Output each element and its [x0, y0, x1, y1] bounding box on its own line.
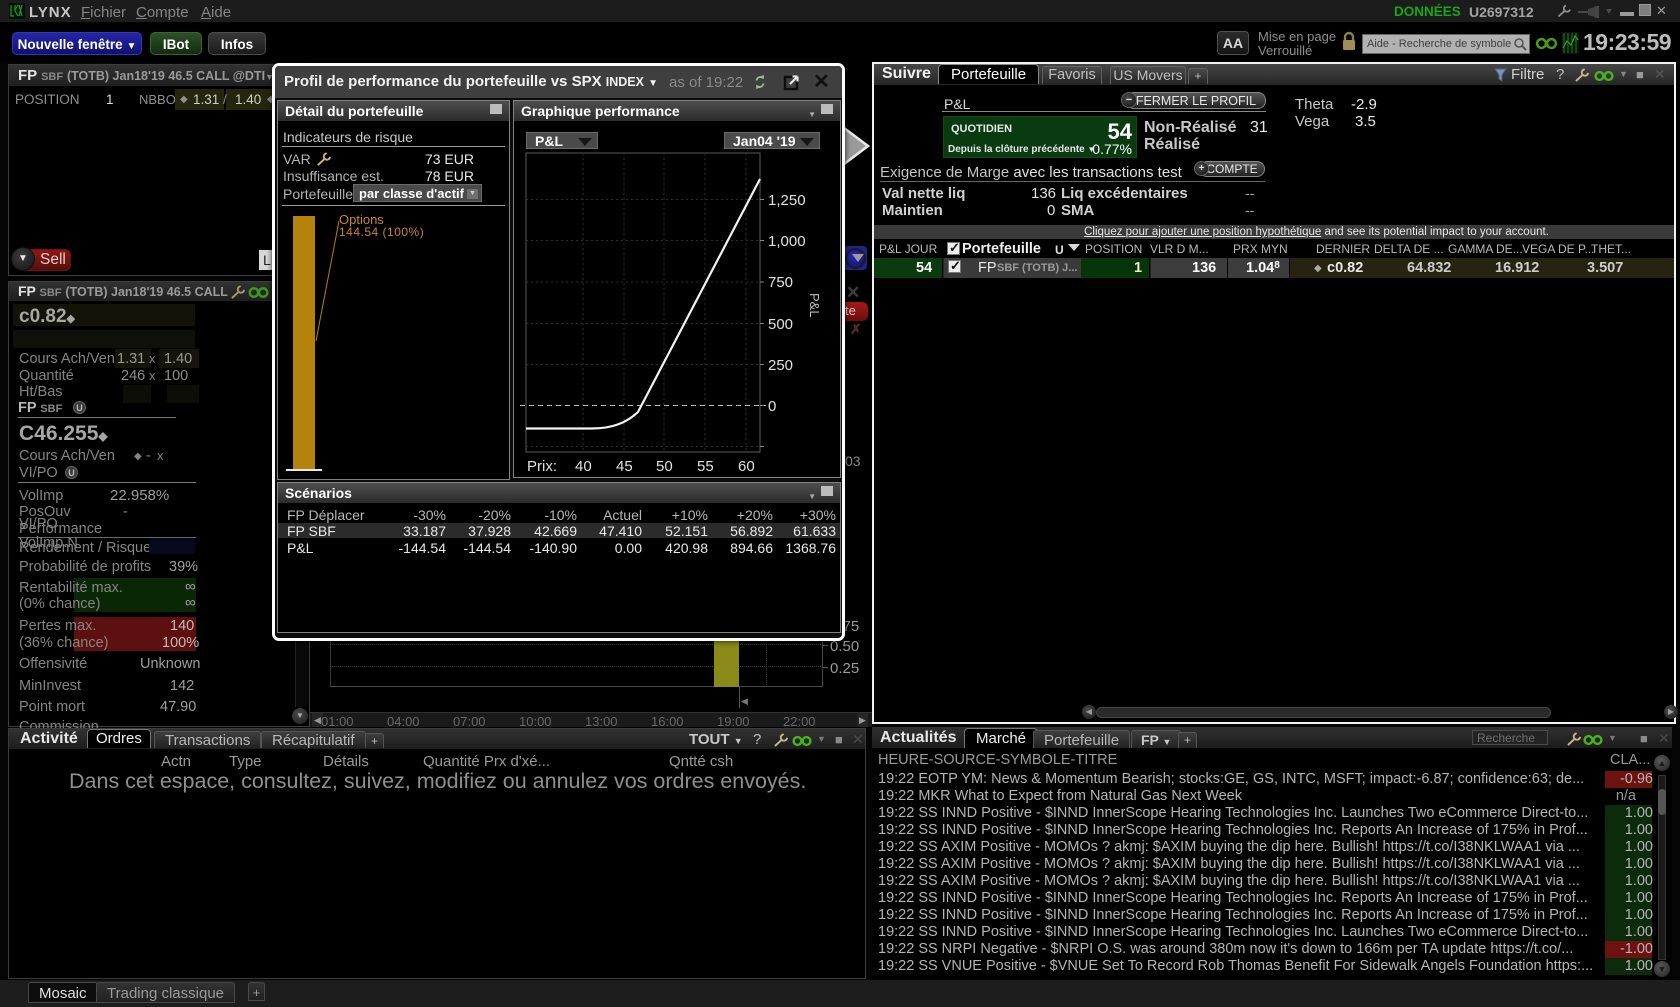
svg-text:60: 60 — [738, 458, 755, 475]
svg-text:750: 750 — [768, 274, 793, 291]
svg-text:50: 50 — [656, 458, 673, 475]
svg-text:250: 250 — [768, 357, 793, 374]
svg-text:1,000: 1,000 — [768, 233, 806, 250]
svg-text:0: 0 — [768, 398, 776, 415]
svg-text:55: 55 — [697, 458, 714, 475]
svg-text:45: 45 — [616, 458, 633, 475]
svg-text:500: 500 — [768, 316, 793, 333]
svg-text:40: 40 — [575, 458, 592, 475]
svg-text:P&L: P&L — [807, 293, 822, 318]
svg-text:Prix:: Prix: — [527, 458, 557, 475]
svg-text:1,250: 1,250 — [768, 192, 806, 209]
